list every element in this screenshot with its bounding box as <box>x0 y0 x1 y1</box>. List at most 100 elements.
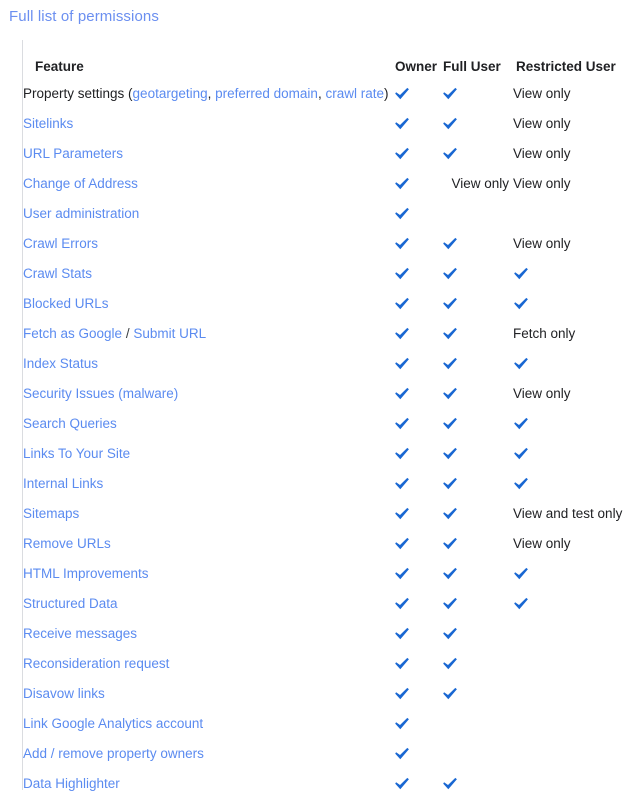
owner-permission-cell <box>394 378 442 408</box>
full-user-permission-cell <box>442 708 513 738</box>
table-row: Sitemaps View and test only <box>23 498 630 528</box>
feature-link[interactable]: Sitemaps <box>23 506 79 521</box>
feature-cell: Fetch as Google / Submit URL <box>23 318 394 348</box>
check-icon <box>513 597 529 611</box>
check-icon <box>513 267 529 281</box>
check-icon <box>442 87 458 101</box>
owner-permission-cell <box>394 438 442 468</box>
owner-permission-cell <box>394 138 442 168</box>
check-icon <box>513 447 529 461</box>
feature-link[interactable]: HTML Improvements <box>23 566 149 581</box>
check-icon <box>442 627 458 641</box>
feature-link[interactable]: Submit URL <box>133 326 206 341</box>
table-row: Add / remove property owners <box>23 738 630 768</box>
feature-link[interactable]: URL Parameters <box>23 146 123 161</box>
owner-permission-cell <box>394 258 442 288</box>
full-user-permission-cell <box>442 528 513 558</box>
feature-link[interactable]: Structured Data <box>23 596 118 611</box>
table-row: Index Status <box>23 348 630 378</box>
feature-cell: Security Issues (malware) <box>23 378 394 408</box>
feature-cell: Data Highlighter <box>23 768 394 798</box>
table-row: User administration <box>23 198 630 228</box>
restricted-user-permission-cell: View only <box>513 528 630 558</box>
feature-link[interactable]: Disavow links <box>23 686 105 701</box>
owner-permission-cell <box>394 498 442 528</box>
feature-link[interactable]: Crawl Errors <box>23 236 98 251</box>
feature-cell: Index Status <box>23 348 394 378</box>
restricted-user-permission-cell <box>513 618 630 648</box>
check-icon <box>394 537 410 551</box>
check-icon <box>394 627 410 641</box>
table-row: Crawl Stats <box>23 258 630 288</box>
feature-separator: / <box>122 325 134 341</box>
full-user-permission-cell <box>442 438 513 468</box>
full-user-permission-cell <box>442 228 513 258</box>
feature-link[interactable]: Crawl Stats <box>23 266 92 281</box>
table-row: Crawl Errors View only <box>23 228 630 258</box>
empty-cell <box>513 217 514 218</box>
feature-link[interactable]: Security Issues (malware) <box>23 386 178 401</box>
restricted-user-permission-cell <box>513 468 630 498</box>
feature-cell: Property settings (geotargeting, preferr… <box>23 78 394 108</box>
empty-cell <box>513 757 514 758</box>
check-icon <box>394 477 410 491</box>
restricted-user-permission-cell: View only <box>513 378 630 408</box>
feature-link[interactable]: Data Highlighter <box>23 776 120 791</box>
restricted-user-permission-cell: Fetch only <box>513 318 630 348</box>
feature-link[interactable]: Remove URLs <box>23 536 111 551</box>
feature-link[interactable]: Blocked URLs <box>23 296 109 311</box>
column-header-owner: Owner <box>395 59 438 74</box>
check-icon <box>394 417 410 431</box>
feature-link[interactable]: Add / remove property owners <box>23 746 204 761</box>
full-user-permission-cell <box>442 738 513 768</box>
owner-permission-cell <box>394 78 442 108</box>
restricted-user-permission-cell <box>513 588 630 618</box>
feature-link[interactable]: preferred domain <box>215 86 318 101</box>
feature-link[interactable]: Index Status <box>23 356 98 371</box>
table-row: Remove URLs View only <box>23 528 630 558</box>
feature-link[interactable]: geotargeting <box>133 86 208 101</box>
full-user-permission-cell <box>442 618 513 648</box>
feature-cell: Link Google Analytics account <box>23 708 394 738</box>
check-icon <box>513 357 529 371</box>
feature-link[interactable]: Fetch as Google <box>23 326 122 341</box>
check-icon <box>513 567 529 581</box>
feature-cell: Blocked URLs <box>23 288 394 318</box>
check-icon <box>394 237 410 251</box>
table-header: Feature Owner Full User Restricted User <box>23 40 630 78</box>
feature-cell: User administration <box>23 198 394 228</box>
feature-link[interactable]: crawl rate <box>325 86 384 101</box>
full-user-permission-cell <box>442 198 513 228</box>
owner-permission-cell <box>394 288 442 318</box>
feature-link[interactable]: Internal Links <box>23 476 103 491</box>
feature-cell: Reconsideration request <box>23 648 394 678</box>
empty-cell <box>513 727 514 728</box>
full-user-permission-cell <box>442 648 513 678</box>
feature-link[interactable]: Reconsideration request <box>23 656 169 671</box>
permission-value: View only <box>513 385 571 401</box>
owner-permission-cell <box>394 738 442 768</box>
feature-link[interactable]: Receive messages <box>23 626 137 641</box>
table-row: Links To Your Site <box>23 438 630 468</box>
feature-link[interactable]: Sitelinks <box>23 116 73 131</box>
feature-link[interactable]: Link Google Analytics account <box>23 716 203 731</box>
restricted-user-permission-cell <box>513 678 630 708</box>
full-user-permission-cell <box>442 138 513 168</box>
feature-link[interactable]: Change of Address <box>23 176 138 191</box>
feature-cell: Crawl Errors <box>23 228 394 258</box>
restricted-user-permission-cell: View only <box>513 228 630 258</box>
feature-link[interactable]: User administration <box>23 206 139 221</box>
empty-cell <box>513 697 514 698</box>
check-icon <box>442 657 458 671</box>
empty-cell <box>513 667 514 668</box>
full-user-permission-cell <box>442 378 513 408</box>
column-header-full-user: Full User <box>443 59 501 74</box>
check-icon <box>442 477 458 491</box>
check-icon <box>394 177 410 191</box>
feature-link[interactable]: Search Queries <box>23 416 117 431</box>
permission-value: View only <box>513 535 571 551</box>
feature-cell: Receive messages <box>23 618 394 648</box>
feature-cell: Disavow links <box>23 678 394 708</box>
owner-permission-cell <box>394 228 442 258</box>
feature-link[interactable]: Links To Your Site <box>23 446 130 461</box>
